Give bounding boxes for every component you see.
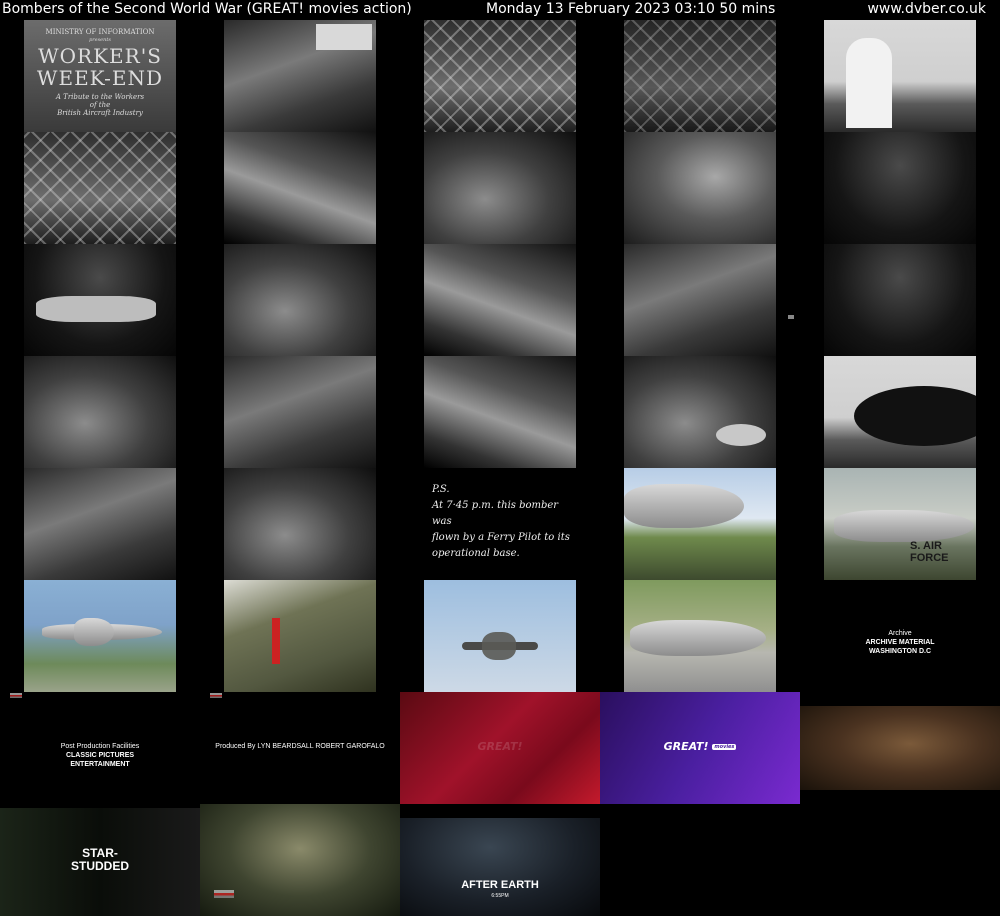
post-production-line3: ENTERTAINMENT — [70, 761, 130, 768]
poster-tribute-line1: A Tribute to the Workers — [55, 93, 145, 101]
thumbnail-worker-assembly[interactable] — [824, 20, 976, 132]
channel-watermark-icon — [214, 890, 234, 898]
engine-nacelle — [624, 484, 744, 528]
thumbnail-crowd-wing[interactable] — [424, 356, 576, 468]
producer-line1: Produced By — [215, 743, 256, 750]
site-url[interactable]: www.dvber.co.uk — [867, 0, 986, 18]
producer-credit: Produced By LYN BEARDSALL ROBERT GAROFAL… — [200, 742, 400, 751]
great-logo-sub: movies — [712, 744, 737, 750]
channel-watermark-icon — [10, 693, 22, 698]
thumbnail-engine-hoist[interactable] — [224, 244, 376, 356]
archive-line2: ARCHIVE MATERIAL — [865, 639, 935, 646]
fuselage-marking — [272, 618, 280, 664]
aircraft-body — [630, 620, 766, 656]
thumbnail-bomber-belly[interactable] — [24, 468, 176, 580]
star-studded-text: STAR- STUDDED — [0, 847, 200, 873]
tail-fin — [716, 424, 766, 446]
poster-tribute-line2: of the — [89, 101, 111, 109]
thumbnail-actor-shouting[interactable] — [200, 804, 400, 916]
great-logo-text: GREAT! — [663, 740, 709, 753]
thumbnail-produced-by[interactable]: Produced By LYN BEARDSALL ROBERT GAROFAL… — [200, 692, 400, 804]
fuselage-shape — [36, 296, 156, 322]
thumbnail-fuselage-frame-2[interactable] — [624, 20, 776, 132]
thumbnail-fuselage-frame-1[interactable] — [424, 20, 576, 132]
thumbnail-b25-flight[interactable] — [24, 580, 176, 692]
producer-line3: ROBERT GAROFALO — [315, 743, 385, 750]
poster-title-line2: WEEK-END — [36, 66, 164, 90]
thumbnail-cockpit-nose[interactable] — [624, 244, 776, 356]
ps-line2: At 7·45 p.m. this bomber was — [432, 500, 559, 527]
thumbnail-factory-crowd[interactable] — [224, 20, 376, 132]
poster-ministry: MINISTRY OF INFORMATION — [45, 28, 155, 36]
thumbnail-after-earth[interactable]: AFTER EARTH 6:55PM — [400, 818, 600, 916]
thumbnail-bomber-wing[interactable] — [624, 356, 776, 468]
thumbnail-archive-card[interactable]: Archive ARCHIVE MATERIAL WASHINGTON D.C — [824, 580, 976, 692]
after-earth-time: 6:55PM — [491, 893, 509, 899]
thumbnail-engine-assembly[interactable] — [824, 132, 976, 244]
broadcast-datetime: Monday 13 February 2023 03:10 50 mins — [486, 1, 776, 17]
header-bar: Bombers of the Second World War (GREAT! … — [0, 0, 1000, 20]
aircraft-wing — [74, 618, 114, 646]
archive-line1: Archive — [888, 630, 912, 637]
thumbnail-star-studded[interactable]: STAR- STUDDED — [0, 808, 200, 916]
great-logo-faint: GREAT! — [477, 740, 523, 753]
programme-title: Bombers of the Second World War (GREAT! … — [2, 1, 412, 17]
thumbnail-hangar-crowd[interactable] — [224, 132, 376, 244]
worker-figure — [846, 38, 892, 128]
archive-credit: Archive ARCHIVE MATERIAL WASHINGTON D.C — [824, 629, 976, 656]
thumbnail-crowd-under-bomber[interactable] — [24, 356, 176, 468]
thumbnail-dark-hangar[interactable] — [824, 244, 976, 356]
channel-watermark-icon — [210, 693, 222, 698]
after-earth-title: AFTER EARTH — [461, 879, 539, 891]
thumbnail-post-production[interactable]: Post Production Facilities CLASSIC PICTU… — [0, 692, 200, 804]
thumbnail-bomber-nose[interactable] — [24, 244, 176, 356]
fuselage-shape — [834, 510, 974, 542]
thumbnail-great-ident-purple[interactable]: GREAT! movies — [600, 692, 800, 804]
air-force-lettering: S. AIR FORCE — [910, 540, 949, 564]
post-production-line1: Post Production Facilities — [60, 743, 140, 750]
thumbnail-ps-card[interactable]: P.S. At 7·45 p.m. this bomber was flown … — [424, 468, 576, 580]
ps-text: P.S. At 7·45 p.m. this bomber was flown … — [432, 482, 576, 562]
thumbnail-undercarriage[interactable] — [424, 244, 576, 356]
gap-marker — [788, 315, 794, 319]
thumbnail-b25-sky[interactable] — [424, 580, 576, 692]
archive-line3: WASHINGTON D.C — [868, 648, 932, 655]
sign-board — [316, 24, 372, 50]
fuselage-shape — [854, 386, 976, 446]
thumbnail-line-up[interactable] — [224, 468, 376, 580]
star-studded-line2: STUDDED — [70, 859, 129, 873]
thumbnail-b25-green[interactable] — [224, 580, 376, 692]
thumbnail-bomber-nose-sky[interactable] — [824, 356, 976, 468]
post-production-line2: CLASSIC PICTURES — [65, 752, 135, 759]
thumbnail-b25-runway[interactable] — [624, 580, 776, 692]
thumbnail-great-ident-red[interactable]: GREAT! — [400, 692, 600, 804]
great-logo: GREAT! movies — [600, 740, 800, 753]
thumbnail-us-air-force[interactable]: S. AIR FORCE — [824, 468, 976, 580]
thumbnail-bronze-creature[interactable] — [800, 706, 1000, 790]
thumbnail-lattice-worker[interactable] — [24, 132, 176, 244]
thumbnail-bomber-side[interactable] — [224, 356, 376, 468]
post-production-credit: Post Production Facilities CLASSIC PICTU… — [0, 742, 200, 769]
ps-line4: operational base. — [432, 548, 520, 559]
aircraft-wing — [482, 632, 516, 660]
thumbnail-riveting-workers[interactable] — [624, 132, 776, 244]
thumbnail-b25-engine[interactable] — [624, 468, 776, 580]
thumbnail-poster[interactable]: MINISTRY OF INFORMATION presents WORKER'… — [24, 20, 176, 132]
thumbnail-hangar-wing[interactable] — [424, 132, 576, 244]
poster-presents: presents — [89, 37, 111, 43]
poster-title-line1: WORKER'S — [38, 44, 162, 68]
ps-line3: flown by a Ferry Pilot to its — [432, 532, 570, 543]
producer-line2: LYN BEARDSALL — [257, 743, 314, 750]
poster-tribute-line3: British Aircraft Industry — [57, 109, 143, 117]
ps-line1: P.S. — [432, 484, 450, 495]
